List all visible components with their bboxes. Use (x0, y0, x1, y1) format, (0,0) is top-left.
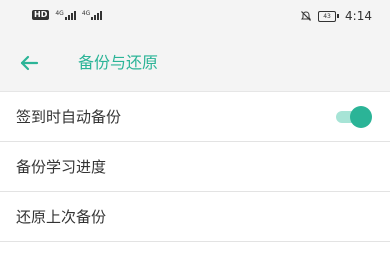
status-bar: HD 4G 4G 43 4:14 (0, 0, 390, 34)
auto-backup-toggle[interactable] (336, 106, 372, 128)
signal-label: 4G (81, 9, 91, 17)
battery-icon: 43 (318, 10, 340, 22)
hd-badge: HD (32, 10, 50, 20)
page-title: 备份与还原 (78, 53, 159, 72)
setting-label: 备份学习进度 (16, 158, 107, 176)
status-right: 43 4:14 (300, 9, 372, 23)
status-time: 4:14 (345, 9, 372, 23)
app-bar: 备份与还原 (0, 34, 390, 92)
status-left: HD 4G 4G (32, 9, 103, 20)
setting-label: 还原上次备份 (16, 208, 107, 226)
signal-icon: 4G (55, 9, 76, 20)
setting-restore-last-backup[interactable]: 还原上次备份 (0, 192, 390, 242)
toggle-knob (350, 106, 372, 128)
setting-auto-backup[interactable]: 签到时自动备份 (0, 92, 390, 142)
setting-label: 签到时自动备份 (16, 108, 122, 126)
signal-label: 4G (55, 9, 64, 17)
mute-icon (301, 11, 311, 21)
battery-level: 43 (318, 10, 337, 22)
arrow-left-icon[interactable] (18, 52, 40, 74)
settings-list: 签到时自动备份 备份学习进度 还原上次备份 (0, 92, 390, 242)
setting-backup-progress[interactable]: 备份学习进度 (0, 142, 390, 192)
signal-icon: 4G (81, 9, 103, 20)
